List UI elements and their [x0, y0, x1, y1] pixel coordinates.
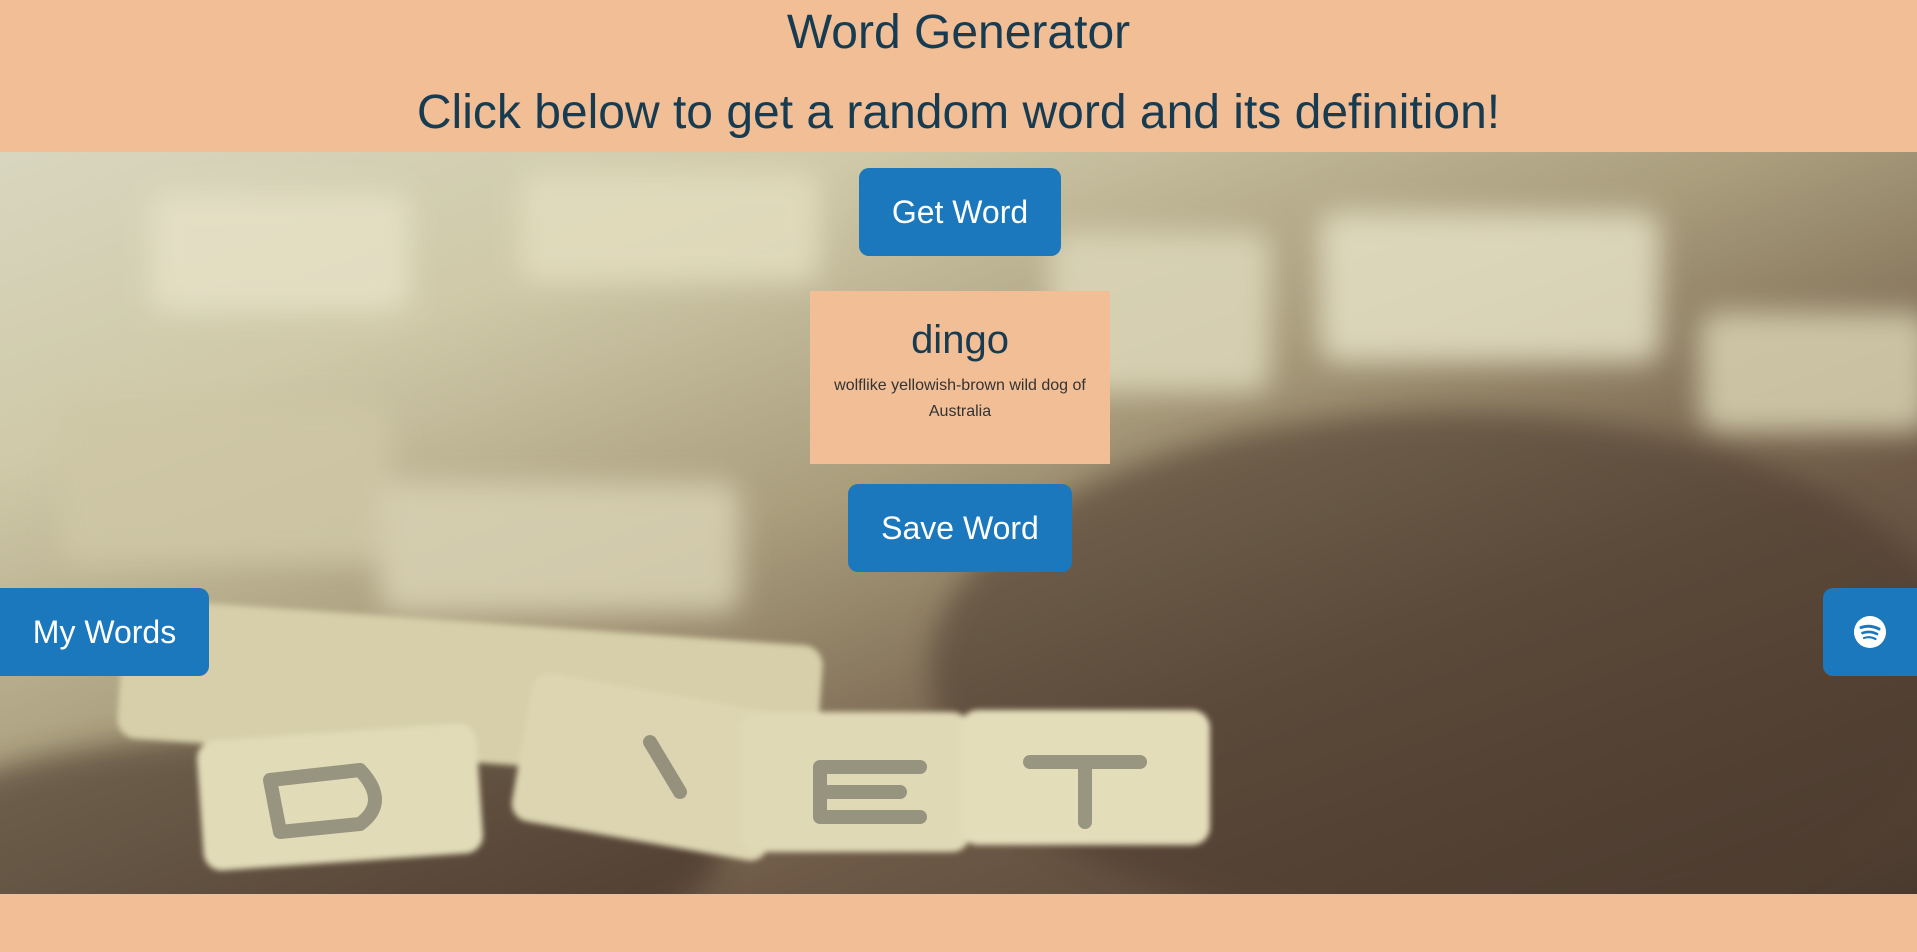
spotify-button[interactable] [1823, 588, 1917, 676]
word-text: dingo [911, 318, 1009, 362]
my-words-button[interactable]: My Words [0, 588, 209, 676]
save-word-button[interactable]: Save Word [848, 484, 1072, 572]
get-word-button[interactable]: Get Word [859, 168, 1061, 256]
page-subtitle: Click below to get a random word and its… [416, 86, 1501, 139]
word-card: dingo wolflike yellowish-brown wild dog … [810, 291, 1110, 464]
page-title: Word Generator [786, 6, 1131, 59]
page-header: Word Generator Click below to get a rand… [0, 0, 1917, 152]
page-footer [0, 894, 1917, 952]
spotify-icon [1854, 616, 1886, 648]
word-definition: wolflike yellowish-brown wild dog of Aus… [834, 377, 1086, 420]
